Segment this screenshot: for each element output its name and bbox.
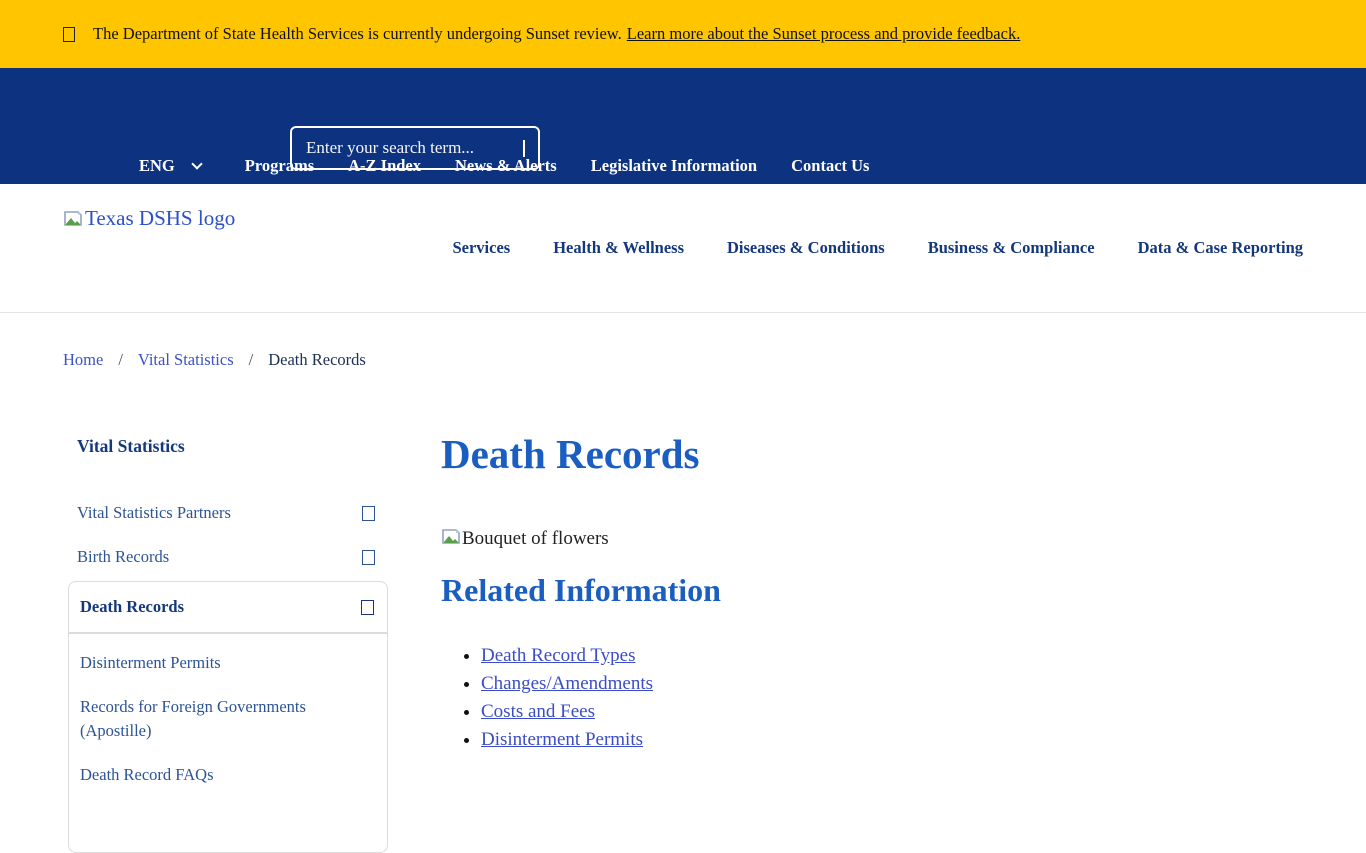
sidebar-vital-statistics: Vital Statistics Vital Statistics Partne… xyxy=(68,436,388,853)
sidebar-subitem-death-record-faqs[interactable]: Death Record FAQs xyxy=(80,763,375,787)
page-title: Death Records xyxy=(441,430,699,478)
link-costs-and-fees[interactable]: Costs and Fees xyxy=(481,701,595,722)
related-information-heading: Related Information xyxy=(441,572,721,609)
sidebar-item-label[interactable]: Death Records xyxy=(80,597,184,617)
related-links-list: Death Record Types Changes/Amendments Co… xyxy=(461,642,653,754)
search-input[interactable] xyxy=(306,138,515,158)
chevron-down-icon xyxy=(191,158,202,169)
sidebar-submenu-death-records: Disinterment Permits Records for Foreign… xyxy=(68,633,388,853)
nav-services[interactable]: Services xyxy=(452,238,510,258)
list-item: Disinterment Permits xyxy=(481,726,653,754)
collapse-icon[interactable] xyxy=(361,600,374,615)
language-label: ENG xyxy=(139,156,175,176)
list-item: Death Record Types xyxy=(481,642,653,670)
sidebar-item-label[interactable]: Birth Records xyxy=(77,547,169,567)
logo-alt-text: Texas DSHS logo xyxy=(85,206,235,231)
banner-text: The Department of State Health Services … xyxy=(93,24,622,44)
nav-data-case-reporting[interactable]: Data & Case Reporting xyxy=(1138,238,1303,258)
link-disinterment-permits[interactable]: Disinterment Permits xyxy=(481,729,643,750)
search-box[interactable] xyxy=(290,126,540,170)
site-header: Texas DSHS logo Services Health & Wellne… xyxy=(0,184,1366,313)
alert-icon xyxy=(63,27,75,42)
list-item: Changes/Amendments xyxy=(481,670,653,698)
bouquet-image-placeholder: Bouquet of flowers xyxy=(441,528,609,550)
nav-business-compliance[interactable]: Business & Compliance xyxy=(928,238,1095,258)
sidebar-item-label[interactable]: Vital Statistics Partners xyxy=(77,503,231,523)
sidebar-item-vital-statistics-partners[interactable]: Vital Statistics Partners xyxy=(68,491,388,535)
sidebar-title: Vital Statistics xyxy=(68,436,388,457)
language-selector[interactable]: ENG xyxy=(139,156,201,176)
site-logo-link[interactable]: Texas DSHS logo xyxy=(63,206,235,231)
sunset-feedback-link[interactable]: Learn more about the Sunset process and … xyxy=(627,24,1021,44)
breadcrumb-home[interactable]: Home xyxy=(63,350,103,370)
link-death-record-types[interactable]: Death Record Types xyxy=(481,645,636,666)
sidebar-item-death-records[interactable]: Death Records xyxy=(68,581,388,633)
sunset-alert-banner: The Department of State Health Services … xyxy=(0,0,1366,68)
nav-diseases-conditions[interactable]: Diseases & Conditions xyxy=(727,238,885,258)
broken-image-icon xyxy=(441,528,461,548)
main-nav: Services Health & Wellness Diseases & Co… xyxy=(409,238,1303,258)
utility-nav-legislative-information[interactable]: Legislative Information xyxy=(591,156,757,176)
list-item: Costs and Fees xyxy=(481,698,653,726)
expand-icon[interactable] xyxy=(362,550,375,565)
sidebar-item-birth-records[interactable]: Birth Records xyxy=(68,535,388,579)
link-changes-amendments[interactable]: Changes/Amendments xyxy=(481,673,653,694)
utility-nav-contact-us[interactable]: Contact Us xyxy=(791,156,869,176)
utility-bar: ENG Programs A-Z Index News & Alerts Leg… xyxy=(0,68,1366,184)
sidebar-subitem-disinterment-permits[interactable]: Disinterment Permits xyxy=(80,651,375,675)
breadcrumb-vital-statistics[interactable]: Vital Statistics xyxy=(138,350,234,370)
broken-image-icon xyxy=(63,210,83,230)
breadcrumb-separator: / xyxy=(249,350,254,370)
sidebar-subitem-records-foreign-governments[interactable]: Records for Foreign Governments (Apostil… xyxy=(80,695,375,743)
breadcrumb-current: Death Records xyxy=(268,350,366,370)
breadcrumb-separator: / xyxy=(118,350,123,370)
image-alt-text: Bouquet of flowers xyxy=(462,528,609,550)
expand-icon[interactable] xyxy=(362,506,375,521)
nav-health-wellness[interactable]: Health & Wellness xyxy=(553,238,684,258)
breadcrumb: Home / Vital Statistics / Death Records xyxy=(63,350,366,370)
search-icon[interactable] xyxy=(523,140,525,157)
